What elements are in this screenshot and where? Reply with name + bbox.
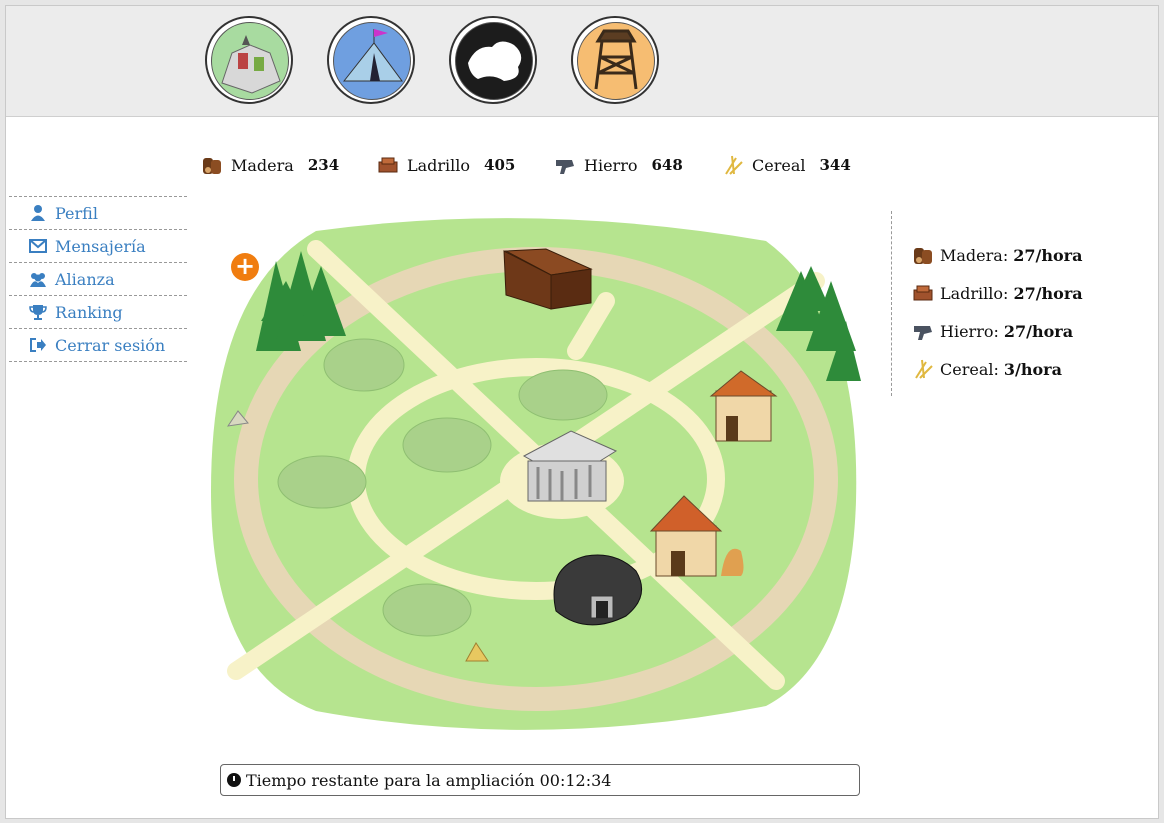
- resource-label: Ladrillo: [407, 155, 471, 175]
- sidebar-item-perfil[interactable]: Perfil: [9, 196, 187, 229]
- timer-text: Tiempo restante para la ampliación 00:12…: [246, 770, 612, 790]
- production-label: Cereal:: [940, 359, 999, 379]
- production-hierro: Hierro: 27/hora: [912, 320, 1073, 342]
- empty-plot[interactable]: [402, 417, 492, 473]
- trophy-icon: [29, 305, 47, 320]
- sidebar-menu: Perfil Mensajería Alianza Ranking Cerrar…: [9, 196, 187, 362]
- production-madera: Madera: 27/hora: [912, 244, 1082, 266]
- production-label: Hierro:: [940, 321, 999, 341]
- village-map: [211, 218, 861, 730]
- sidebar-item-mensajeria[interactable]: Mensajería: [9, 229, 187, 262]
- empty-plot[interactable]: [382, 583, 472, 637]
- resource-value: 405: [484, 156, 516, 174]
- watchtower-icon: [577, 22, 655, 100]
- sidebar-item-cerrar-sesion[interactable]: Cerrar sesión: [9, 328, 187, 362]
- sidebar-item-alianza[interactable]: Alianza: [9, 262, 187, 295]
- production-rate: 27/hora: [1013, 283, 1083, 303]
- watchtower-nav-button[interactable]: [571, 16, 659, 104]
- resource-hierro: Hierro 648: [554, 154, 683, 176]
- resource-ladrillo: Ladrillo 405: [377, 154, 515, 176]
- production-rate: 27/hora: [1013, 245, 1083, 265]
- add-building-button[interactable]: +: [231, 253, 259, 281]
- resource-label: Madera: [231, 155, 294, 175]
- app-frame: Madera 234 Ladrillo 405 Hierro 648 Cereal 34…: [5, 5, 1159, 819]
- grain-icon: [725, 155, 743, 175]
- resource-madera: Madera 234: [201, 154, 339, 176]
- empty-plot[interactable]: [518, 369, 608, 421]
- resource-cereal: Cereal 344: [722, 154, 851, 176]
- top-nav-bar: [6, 6, 1158, 117]
- wood-icon: [203, 158, 221, 174]
- castle-icon: [211, 22, 289, 100]
- sidebar-item-label: Alianza: [55, 269, 115, 289]
- sidebar-item-label: Perfil: [55, 203, 98, 223]
- production-rate: 27/hora: [1003, 321, 1074, 341]
- iron-mine-building[interactable]: [553, 554, 643, 626]
- wood-icon: [914, 248, 932, 264]
- empty-plot[interactable]: [277, 455, 367, 509]
- castle-nav-button[interactable]: [205, 16, 293, 104]
- resource-value: 234: [307, 156, 340, 174]
- upgrade-timer: Tiempo restante para la ampliación 00:12…: [220, 764, 860, 796]
- resource-label: Cereal: [752, 155, 806, 175]
- brick-icon: [378, 157, 398, 173]
- sidebar-item-label: Mensajería: [55, 236, 146, 256]
- resource-value: 344: [819, 156, 851, 174]
- sidebar-item-label: Cerrar sesión: [55, 335, 166, 355]
- grain-icon: [915, 359, 933, 379]
- user-icon: [31, 205, 45, 221]
- iron-icon: [914, 326, 932, 340]
- production-panel: Madera: 27/hora Ladrillo: 27/hora Hierro: 2…: [891, 211, 1132, 396]
- tent-nav-button[interactable]: [327, 16, 415, 104]
- production-cereal: Cereal: 3/hora: [912, 358, 1062, 380]
- users-icon: [30, 273, 46, 287]
- production-label: Ladrillo:: [940, 283, 1009, 303]
- map-nav-button[interactable]: [449, 16, 537, 104]
- resource-value: 648: [651, 156, 683, 174]
- iron-icon: [556, 160, 574, 174]
- envelope-icon: [29, 239, 47, 253]
- map-icon: [455, 22, 533, 100]
- production-ladrillo: Ladrillo: 27/hora: [912, 282, 1083, 304]
- sidebar-item-ranking[interactable]: Ranking: [9, 295, 187, 328]
- sign-out-icon: [30, 338, 46, 352]
- brick-icon: [913, 285, 933, 301]
- clock-icon: [227, 773, 241, 787]
- resource-label: Hierro: [584, 155, 638, 175]
- production-rate: 3/hora: [1003, 359, 1062, 379]
- empty-plot[interactable]: [323, 338, 405, 392]
- sidebar-item-label: Ranking: [55, 302, 123, 322]
- production-label: Madera:: [940, 245, 1009, 265]
- tent-icon: [333, 22, 411, 100]
